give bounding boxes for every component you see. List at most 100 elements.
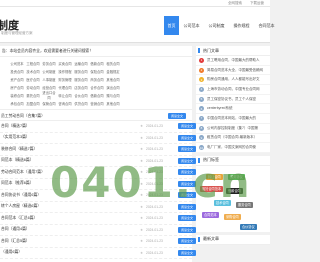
hot-article-title[interactable]: 员工聘用合同，中国最大的帮助人: [207, 58, 260, 63]
category-link[interactable]: 金融规定: [105, 69, 121, 74]
top-link-download[interactable]: 下载运营: [250, 1, 264, 6]
category-link[interactable]: 转让合同: [57, 93, 73, 98]
hot-article-item[interactable]: 9 租赁合同（中国合同-最新版本）: [196, 134, 270, 144]
category-link[interactable]: 咨询合同: [57, 101, 73, 106]
list-item-title[interactable]: 合同（通用4篇）: [1, 227, 30, 232]
category-link[interactable]: 保管合同: [41, 101, 57, 106]
category-row: 公司范本 工程合同 劳务合同 买卖合同 运输合同 借款合同 租赁合同: [1, 59, 191, 67]
hot-article-title[interactable]: 购房合同通用，人人都能写出好文: [207, 77, 260, 82]
read-more-button[interactable]: 阅读全文: [168, 113, 186, 119]
category-link[interactable]: 劳务合同: [41, 61, 57, 66]
nav-company-template[interactable]: 公司范本: [179, 16, 204, 35]
category-link[interactable]: 运输合同: [73, 61, 89, 66]
top-link-search[interactable]: 全网搜索: [228, 1, 242, 6]
read-button[interactable]: 阅读全文: [178, 134, 196, 141]
category-link[interactable]: 买卖合同: [57, 61, 73, 66]
category-link[interactable]: 加盟合同: [25, 101, 41, 106]
hot-article-title[interactable]: 租赁合同（中国合同-最新版本）: [207, 135, 257, 140]
read-button[interactable]: 阅读全文: [178, 226, 196, 233]
rank-badge: 5: [199, 96, 204, 102]
read-button[interactable]: 阅读全文: [178, 146, 196, 153]
tag-link[interactable]: 合同范本: [202, 211, 219, 219]
list-header-title[interactable]: 员工劳动合同（合集7篇）: [1, 114, 45, 119]
list-item-title[interactable]: 同范本（推荐6篇）: [1, 181, 34, 186]
category-link[interactable]: 其他合同: [105, 101, 121, 106]
read-button[interactable]: 阅读全文: [178, 123, 196, 130]
category-link[interactable]: 供货合同: [73, 101, 89, 106]
hot-article-title[interactable]: 员工保密协议书，员工个人保密: [207, 97, 256, 102]
hot-article-title[interactable]: 公司内部控制制度（集7）中国第: [207, 126, 258, 131]
tag-link[interactable]: 合伙协议: [240, 223, 257, 231]
category-link[interactable]: 装修合同: [9, 93, 25, 98]
category-link[interactable]: 租赁合同: [105, 61, 121, 66]
category-link[interactable]: 财务管理: [57, 77, 73, 82]
hot-article-item[interactable]: 8 公司内部控制制度（集7）中国第: [196, 124, 270, 134]
category-link[interactable]: 店务合同: [73, 85, 89, 90]
read-button[interactable]: 阅读全文: [178, 249, 196, 256]
category-link[interactable]: 进出口合同: [41, 90, 57, 100]
tag-link[interactable]: 采购合同: [224, 213, 241, 221]
hot-article-item[interactable]: 4 上海市劳动合同，中国专业合同网: [196, 85, 270, 95]
list-item-title[interactable]: 合同（汇总5篇）: [1, 239, 30, 244]
hot-article-item[interactable]: 1 员工聘用合同，中国最大的帮助人: [196, 56, 270, 66]
list-item-title[interactable]: 合同范本（汇总6篇）: [1, 216, 37, 221]
hot-article-item[interactable]: 3 购房合同通用，人人都能写出好文: [196, 75, 270, 86]
nav-procedures[interactable]: 操作规程: [229, 16, 254, 35]
hot-article-item[interactable]: 2 简易合同范本大全，中国最受信赖网: [196, 66, 270, 76]
hot-article-item[interactable]: 6 centerbyred系统: [196, 104, 270, 115]
list-item-title[interactable]: 劳动合同范本（通用7篇）: [1, 170, 45, 175]
category-link[interactable]: 演出合同: [105, 85, 121, 90]
category-link[interactable]: 商务合同: [89, 77, 105, 82]
category-link[interactable]: 经营合同: [41, 85, 57, 90]
list-item-title[interactable]: 合同（精选7篇）: [1, 124, 30, 129]
list-item-title[interactable]: （通用6篇）: [1, 250, 22, 255]
category-row: 装修合同 委托合同 进出口合同 转让合同 合伙合同 借款合同 赠与合同: [1, 90, 191, 100]
category-link[interactable]: 代理合同: [57, 85, 73, 90]
category-link[interactable]: 医疗合同: [25, 77, 41, 82]
category-link[interactable]: 劳动合同: [25, 85, 41, 90]
category-link[interactable]: 服务合同: [73, 77, 89, 82]
hot-article-title[interactable]: centerbyred系统: [207, 106, 232, 111]
hot-article-title[interactable]: 中国合同范本网站，中国最大的: [207, 116, 256, 121]
category-link[interactable]: 承包合同: [9, 101, 25, 106]
category-link[interactable]: 借款合同: [89, 93, 105, 98]
list-item-title[interactable]: （实用范本3篇）: [1, 135, 30, 140]
list-item-date: 2024-01-23: [146, 227, 163, 232]
category-link[interactable]: 服务合同: [73, 69, 89, 74]
list-item-title[interactable]: 转个人房屋（精选6篇）: [1, 204, 41, 209]
category-link[interactable]: 营销合同: [89, 101, 105, 106]
read-button[interactable]: 阅读全文: [178, 238, 196, 245]
category-link[interactable]: 房产合同: [9, 85, 25, 90]
category-link[interactable]: 借款合同: [89, 61, 105, 66]
category-link[interactable]: 公司范本: [9, 61, 25, 66]
nav-home[interactable]: 首页: [164, 16, 179, 35]
hot-article-title[interactable]: 简易合同范本大全，中国最受信赖网: [207, 68, 263, 73]
list-item-date: 2024-01-23: [146, 147, 163, 152]
hot-article-item[interactable]: 7 中国合同范本网站，中国最大的: [196, 114, 270, 124]
category-link[interactable]: 其他合同: [105, 77, 121, 82]
list-item-title[interactable]: 同范本（精选6篇）: [1, 158, 34, 163]
list-item-date: 2024-01-23: [146, 250, 163, 255]
hot-article-item[interactable]: 5 员工保密协议书，员工个人保密: [196, 95, 270, 105]
category-link[interactable]: 人事制度: [41, 77, 57, 82]
category-link[interactable]: 合作合同: [89, 85, 105, 90]
category-link[interactable]: 资产合同: [9, 77, 25, 82]
category-link[interactable]: 赠与合同: [105, 93, 121, 98]
category-link[interactable]: 操作规程: [57, 69, 73, 74]
nav-company-rules[interactable]: 公司制度: [204, 16, 229, 35]
hot-article-item[interactable]: 10 电厂厂家，中国文案网的合同使: [196, 143, 270, 153]
category-link[interactable]: 委托合同: [25, 93, 41, 98]
category-link[interactable]: 投资合同: [9, 69, 25, 74]
list-item-title[interactable]: 装修合同（精选7篇）: [1, 147, 37, 152]
read-button[interactable]: 阅读全文: [178, 215, 196, 222]
star-icon: ★: [140, 216, 143, 221]
hot-article-title[interactable]: 上海市劳动合同，中国专业合同网: [207, 87, 260, 92]
category-link[interactable]: 工程合同: [25, 61, 41, 66]
list-item-title[interactable]: 合同协议书（通用6篇）: [1, 193, 41, 198]
category-link[interactable]: 保险合同: [89, 69, 105, 74]
hot-article-title[interactable]: 电厂厂家，中国文案网的合同使: [207, 145, 256, 150]
category-link[interactable]: 合伙合同: [73, 93, 89, 98]
nav-contract-template[interactable]: 合同范本: [254, 16, 279, 35]
category-link[interactable]: 技术合同: [25, 69, 41, 74]
category-link[interactable]: 公司制度: [41, 69, 57, 74]
